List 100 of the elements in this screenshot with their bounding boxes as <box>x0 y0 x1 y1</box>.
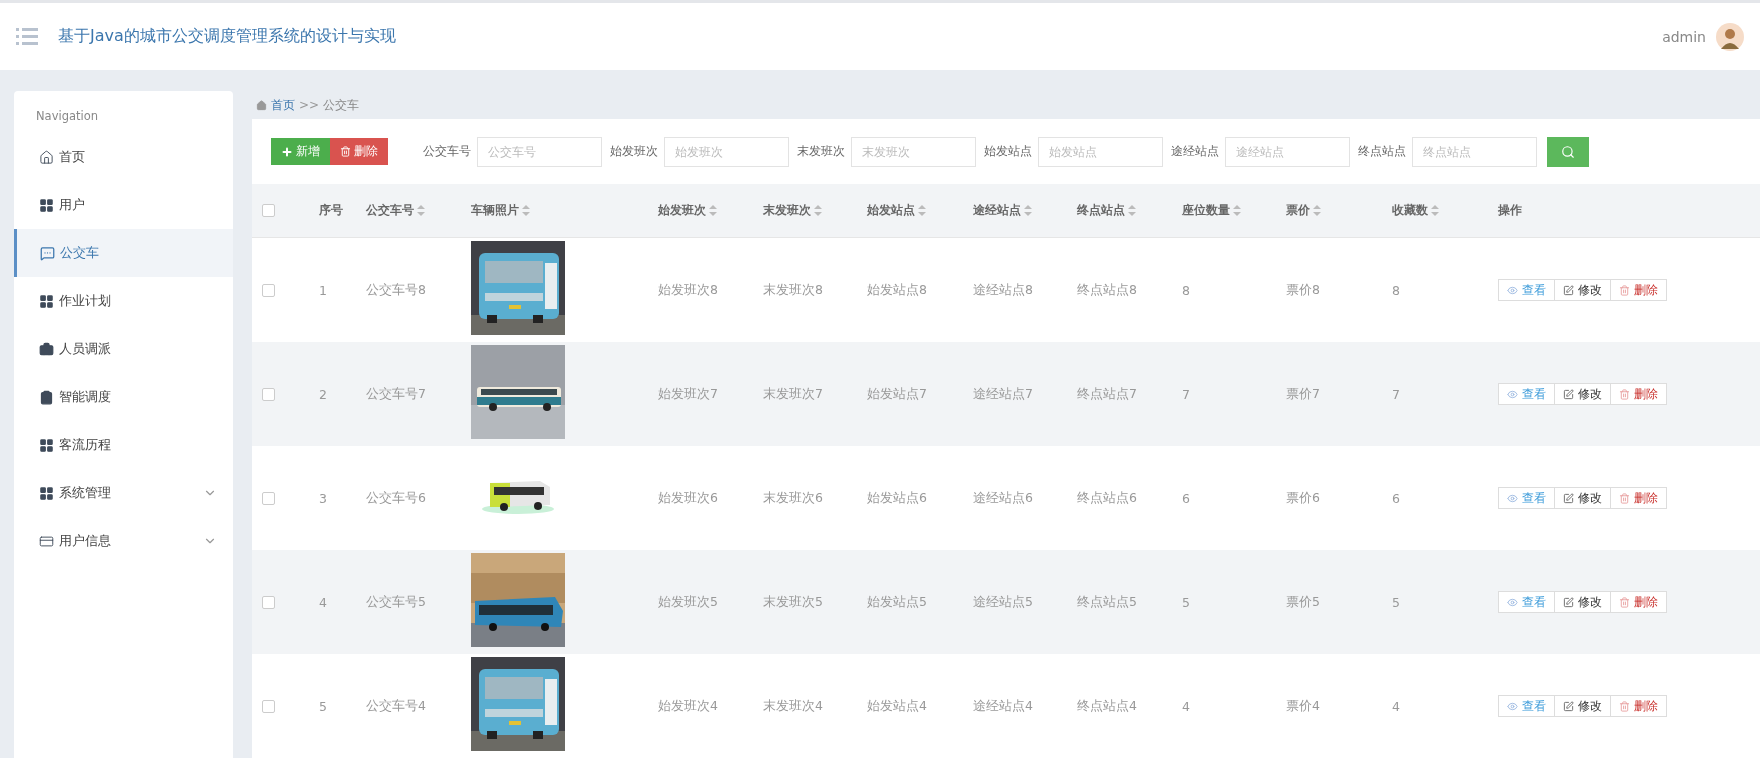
table-cell-text: 末发班次8 <box>763 281 824 299</box>
table-cell-text: 途经站点6 <box>973 489 1034 507</box>
view-button[interactable]: 查看 <box>1498 279 1555 301</box>
table-cell-text: 票价7 <box>1286 385 1321 403</box>
sidebar-item[interactable]: 作业计划 <box>14 277 233 325</box>
trash-icon <box>340 146 351 157</box>
table-cell-text: 末发班次5 <box>763 593 824 611</box>
filter-field[interactable]: 始发站点 <box>1038 136 1163 167</box>
row-checkbox[interactable] <box>262 491 275 505</box>
table-cell-text: 4 <box>1392 698 1401 714</box>
breadcrumb-link[interactable]: 首页 <box>271 96 295 114</box>
sidebar-item[interactable]: 用户 <box>14 181 233 229</box>
filter-field[interactable]: 公交车号 <box>477 136 602 167</box>
add-button[interactable]: 新增 <box>271 138 330 165</box>
edit-button[interactable]: 修改 <box>1554 487 1611 509</box>
view-button[interactable]: 查看 <box>1498 591 1555 613</box>
filter-field[interactable]: 始发班次 <box>664 136 789 167</box>
sidebar-item[interactable]: 公交车 <box>14 229 233 277</box>
column-header[interactable]: 末发班次 <box>763 202 867 219</box>
column-header[interactable]: 始发站点 <box>867 202 973 219</box>
row-checkbox[interactable] <box>262 283 275 297</box>
view-button[interactable]: 查看 <box>1498 383 1555 405</box>
sort-icon[interactable] <box>522 205 530 216</box>
menu-icon[interactable] <box>16 27 38 46</box>
search-icon <box>1561 144 1575 159</box>
edit-button[interactable]: 修改 <box>1554 591 1611 613</box>
sort-icon[interactable] <box>1431 205 1439 216</box>
delete-button[interactable]: 删除 <box>1610 591 1667 613</box>
column-header[interactable]: 公交车号 <box>366 202 471 219</box>
delete-button[interactable]: 删除 <box>330 138 388 165</box>
table-cell-text: 7 <box>1392 386 1401 402</box>
avatar-icon[interactable] <box>1716 22 1744 51</box>
table-cell-text: 终点站点5 <box>1077 593 1138 611</box>
column-header[interactable]: 始发班次 <box>658 202 763 219</box>
delete-button[interactable]: 删除 <box>1610 383 1667 405</box>
sidebar-item[interactable]: 客流历程 <box>14 421 233 469</box>
eye-icon <box>1507 388 1518 400</box>
edit-icon <box>1563 284 1574 296</box>
edit-button[interactable]: 修改 <box>1554 279 1611 301</box>
sort-icon[interactable] <box>814 205 822 216</box>
table-cell-text: 途经站点8 <box>973 281 1034 299</box>
filter-label: 公交车号 <box>423 143 471 160</box>
row-checkbox[interactable] <box>262 387 275 401</box>
delete-button[interactable]: 删除 <box>1610 695 1667 717</box>
column-header[interactable]: 终点站点 <box>1077 202 1182 219</box>
table-cell-text: 始发站点8 <box>867 281 928 299</box>
table-cell-text: 终点站点6 <box>1077 489 1138 507</box>
table-cell-text: 途经站点5 <box>973 593 1034 611</box>
table-cell-text: 3 <box>319 490 328 506</box>
edit-button[interactable]: 修改 <box>1554 695 1611 717</box>
filter-field[interactable]: 途经站点 <box>1225 136 1350 167</box>
edit-button[interactable]: 修改 <box>1554 383 1611 405</box>
delete-button[interactable]: 删除 <box>1610 279 1667 301</box>
column-header: 序号 <box>319 202 344 219</box>
filter-field[interactable]: 末发班次 <box>851 136 976 167</box>
sort-icon[interactable] <box>1128 205 1136 216</box>
trash-icon <box>1619 284 1630 296</box>
sidebar-item[interactable]: 人员调派 <box>14 325 233 373</box>
filter-field[interactable]: 终点站点 <box>1412 136 1537 167</box>
grid-icon <box>39 437 54 453</box>
table-cell-text: 5 <box>1182 594 1191 610</box>
filter-label: 始发站点 <box>984 143 1032 160</box>
row-checkbox[interactable] <box>262 699 275 713</box>
plus-icon <box>281 145 293 158</box>
view-button[interactable]: 查看 <box>1498 695 1555 717</box>
edit-icon <box>1563 492 1574 504</box>
home-icon <box>39 149 54 165</box>
sidebar-item[interactable]: 用户信息 <box>14 517 233 565</box>
sidebar-item[interactable]: 智能调度 <box>14 373 233 421</box>
view-button[interactable]: 查看 <box>1498 487 1555 509</box>
table-cell-text: 始发班次8 <box>658 281 719 299</box>
table-cell-text: 终点站点7 <box>1077 385 1138 403</box>
eye-icon <box>1507 700 1518 712</box>
sort-icon[interactable] <box>417 205 425 216</box>
sidebar-item[interactable]: 首页 <box>14 133 233 181</box>
filter-label: 末发班次 <box>797 143 845 160</box>
sort-icon[interactable] <box>918 205 926 216</box>
sort-icon[interactable] <box>1024 205 1032 216</box>
table-cell-text: 票价5 <box>1286 593 1321 611</box>
sort-icon[interactable] <box>709 205 717 216</box>
table-cell-text: 始发班次7 <box>658 385 719 403</box>
column-header[interactable]: 途经站点 <box>973 202 1077 219</box>
delete-button[interactable]: 删除 <box>1610 487 1667 509</box>
table-cell-text: 末发班次4 <box>763 697 824 715</box>
column-header: 操作 <box>1498 202 1523 219</box>
sidebar-item[interactable]: 系统管理 <box>14 469 233 517</box>
row-checkbox[interactable] <box>262 595 275 609</box>
breadcrumb-current: 公交车 <box>323 96 360 114</box>
table-cell-text: 公交车号5 <box>366 593 427 611</box>
user-name[interactable]: admin <box>1662 28 1706 45</box>
search-button[interactable] <box>1547 136 1589 167</box>
table-cell-text: 公交车号7 <box>366 385 427 403</box>
sort-icon[interactable] <box>1233 205 1241 216</box>
column-header[interactable]: 票价 <box>1286 202 1392 219</box>
column-header[interactable]: 车辆照片 <box>471 202 658 219</box>
column-header[interactable]: 座位数量 <box>1182 202 1286 219</box>
select-all-checkbox[interactable] <box>262 204 275 217</box>
trash-icon <box>1619 388 1630 400</box>
sort-icon[interactable] <box>1313 205 1321 216</box>
column-header[interactable]: 收藏数 <box>1392 202 1498 219</box>
